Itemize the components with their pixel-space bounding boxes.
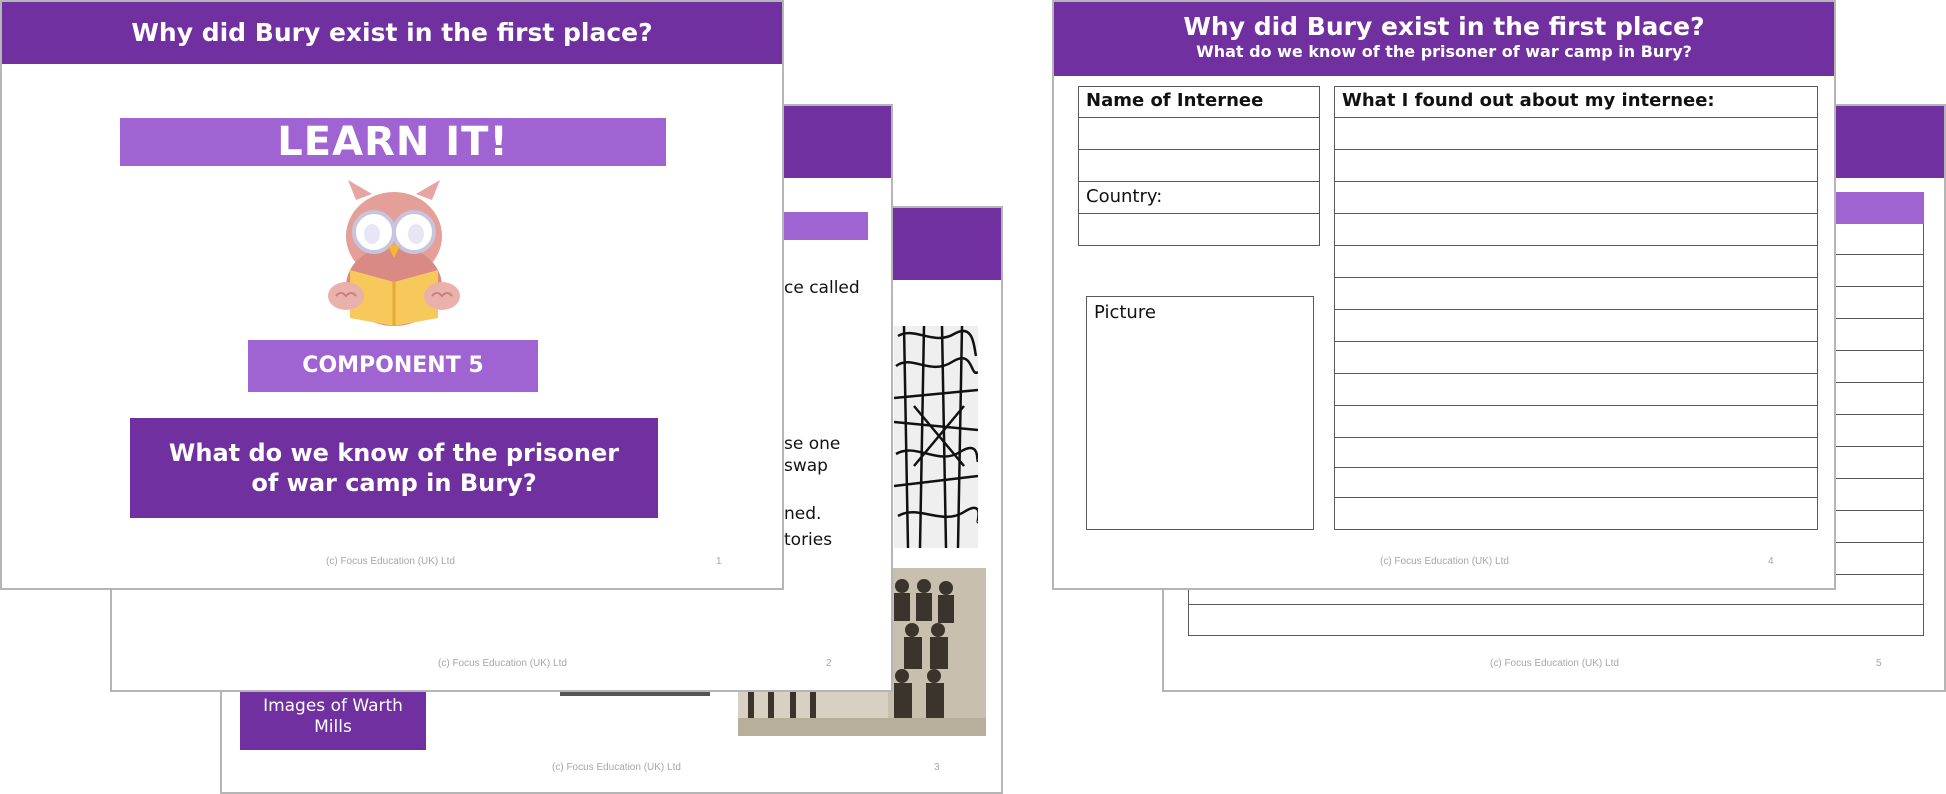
text-fragment-4: ned.	[784, 504, 822, 524]
text-fragment-5: tories	[784, 530, 833, 550]
country-field[interactable]	[1080, 214, 1318, 244]
picture-box[interactable]	[1086, 296, 1314, 530]
slide-5-column-header	[1834, 192, 1924, 224]
found-out-table[interactable]	[1334, 86, 1818, 530]
internee-name-field[interactable]	[1080, 118, 1318, 148]
slide-2-subheading-bar	[784, 212, 868, 240]
found-out-label: What I found out about my internee:	[1342, 90, 1715, 111]
owl-reading-icon	[326, 178, 462, 326]
slide-3-footer: (c) Focus Education (UK) Ltd	[552, 762, 681, 773]
slide-4-subtitle: What do we know of the prisoner of war c…	[1196, 42, 1692, 61]
slide-4-footer: (c) Focus Education (UK) Ltd	[1380, 556, 1509, 567]
barbed-wire-sketch-image	[893, 325, 980, 549]
warth-mills-label: Images of Warth Mills	[263, 696, 403, 737]
learn-it-banner: LEARN IT!	[120, 118, 666, 166]
slide-2-page-number: 2	[826, 658, 832, 669]
slide-1-title: Why did Bury exist in the first place?	[131, 18, 653, 47]
slide-2-footer: (c) Focus Education (UK) Ltd	[438, 658, 567, 669]
slide-3-page-number: 3	[934, 762, 940, 773]
picture-label: Picture	[1094, 302, 1156, 323]
slide-1-footer: (c) Focus Education (UK) Ltd	[326, 556, 455, 567]
question-box: What do we know of the prisoner of war c…	[130, 418, 658, 518]
country-label: Country:	[1086, 186, 1163, 207]
text-fragment-3: swap	[784, 456, 828, 476]
slide-1-header: Why did Bury exist in the first place?	[2, 2, 782, 64]
slide-4-header: Why did Bury exist in the first place? W…	[1054, 2, 1834, 76]
name-of-internee-label: Name of Internee	[1086, 90, 1264, 111]
text-fragment-1: ce called	[784, 278, 860, 298]
question-text: What do we know of the prisoner of war c…	[168, 439, 620, 497]
slide-4-title: Why did Bury exist in the first place?	[1183, 12, 1705, 41]
learn-it-label: LEARN IT!	[277, 119, 509, 165]
slide-1-page-number: 1	[716, 556, 722, 567]
images-of-warth-mills-button[interactable]: Images of Warth Mills	[240, 684, 426, 750]
slide-5-page-number: 5	[1876, 658, 1882, 669]
text-fragment-2: se one	[784, 434, 841, 454]
slide-5-footer: (c) Focus Education (UK) Ltd	[1490, 658, 1619, 669]
component-badge: COMPONENT 5	[248, 340, 538, 392]
component-label: COMPONENT 5	[302, 353, 484, 378]
slide-1[interactable]: Why did Bury exist in the first place? L…	[0, 0, 784, 590]
slide-4-page-number: 4	[1768, 556, 1774, 567]
slide-4[interactable]: Why did Bury exist in the first place? W…	[1052, 0, 1836, 590]
